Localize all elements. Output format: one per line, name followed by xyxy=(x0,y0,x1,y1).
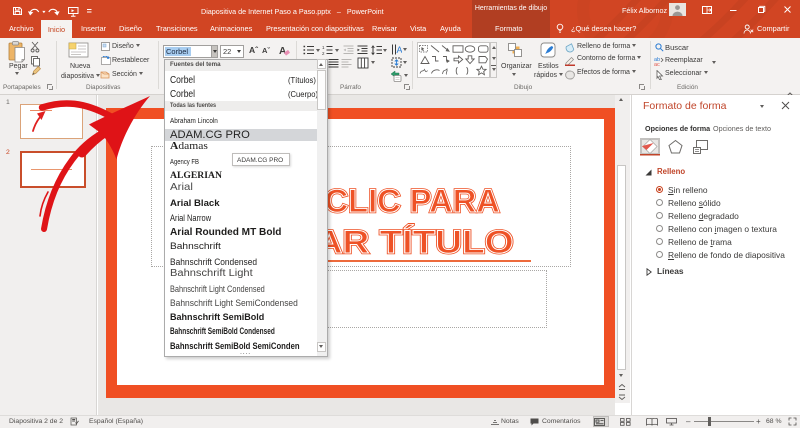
svg-text:2: 2 xyxy=(322,51,325,55)
svg-text:A: A xyxy=(397,45,403,55)
svg-text:ac: ac xyxy=(654,62,660,66)
svg-text:A: A xyxy=(279,46,286,56)
svg-text:1: 1 xyxy=(322,45,325,50)
